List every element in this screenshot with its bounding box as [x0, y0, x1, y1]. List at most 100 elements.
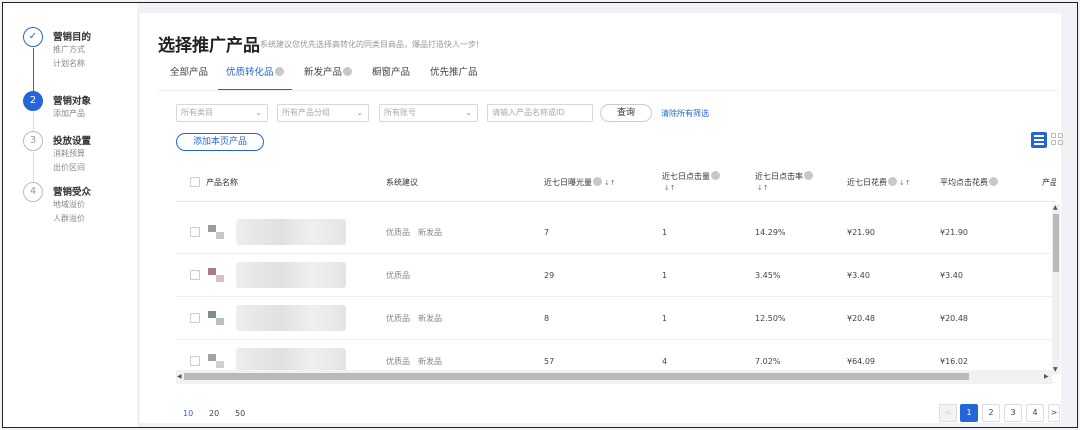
- header-ctr[interactable]: 近七日点击率 ↓↑: [755, 171, 813, 194]
- search-input[interactable]: 请输入产品名称或ID: [487, 104, 593, 122]
- header-avg-cpc[interactable]: 平均点击花费: [940, 177, 998, 188]
- ctr-value: 12.50%: [755, 314, 786, 323]
- account-select[interactable]: 所有账号 ⌄: [379, 104, 478, 122]
- clicks-value: 1: [662, 314, 668, 323]
- table-row[interactable]: 优质品 29 1 3.45% ¥3.40 ¥3.40: [176, 254, 1056, 297]
- add-page-products-button[interactable]: 添加本页产品: [176, 133, 264, 151]
- vertical-scrollbar[interactable]: ▲ ▼: [1052, 204, 1060, 374]
- tabs-divider: [158, 90, 1058, 91]
- page-2-button[interactable]: 2: [982, 404, 1000, 422]
- clicks-value: 1: [662, 228, 668, 237]
- list-view-icon[interactable]: [1031, 132, 1047, 148]
- suggestion-tags: 优质品 新发品: [386, 228, 442, 237]
- ctr-value: 14.29%: [755, 228, 786, 237]
- select-all-checkbox[interactable]: [190, 177, 200, 187]
- scroll-up-icon[interactable]: ▲: [1053, 204, 1058, 211]
- step-number: 3: [23, 131, 43, 151]
- page-title: 选择推广产品: [158, 36, 260, 56]
- exposure-value: 7: [544, 228, 550, 237]
- step-3-sub-1[interactable]: 消耗预算: [53, 148, 85, 159]
- help-icon[interactable]: [274, 67, 284, 76]
- avg-cpc-value: ¥20.48: [940, 314, 968, 323]
- horizontal-scrollbar[interactable]: ◀ ▶: [176, 370, 1052, 384]
- step-1-sub-2[interactable]: 计划名称: [53, 58, 85, 69]
- prev-page-button[interactable]: <: [939, 404, 957, 422]
- chevron-down-icon: ⌄: [465, 108, 472, 117]
- page-size-50[interactable]: 50: [235, 409, 245, 418]
- suggestion-tags: 优质品 新发品: [386, 314, 442, 323]
- tab-quality-conversion[interactable]: 优质转化品: [218, 63, 292, 91]
- row-checkbox[interactable]: [190, 270, 200, 280]
- clicks-value: 1: [662, 271, 668, 280]
- page-hint: 系统建议您优先选择高转化的同类目商品，爆品打造快人一步!: [260, 40, 480, 49]
- product-thumbnail: [208, 354, 224, 368]
- exposure-value: 29: [544, 271, 555, 280]
- next-page-button[interactable]: >: [1048, 404, 1060, 422]
- step-connector: [33, 48, 34, 91]
- product-name-blurred: [236, 219, 346, 245]
- row-checkbox[interactable]: [190, 313, 200, 323]
- spend-value: ¥3.40: [847, 271, 870, 280]
- header-exposure[interactable]: 近七日曝光量 ↓↑: [544, 177, 616, 189]
- exposure-value: 8: [544, 314, 550, 323]
- header-product-name: 产品名称: [206, 178, 238, 187]
- chevron-down-icon: ⌄: [356, 108, 363, 117]
- product-name-blurred: [236, 262, 346, 288]
- help-icon[interactable]: [343, 67, 353, 76]
- step-sidebar: ✓ 营销目的 推广方式 计划名称 2 营销对象 添加产品 3 投放设置 消耗预算…: [3, 3, 137, 427]
- table-row[interactable]: 优质品 新发品 8 1 12.50% ¥20.48 ¥20.48: [176, 297, 1056, 340]
- step-2-sub-1[interactable]: 添加产品: [53, 108, 85, 119]
- clear-filters-link[interactable]: 清除所有筛选: [661, 108, 709, 119]
- page-4-button[interactable]: 4: [1026, 404, 1044, 422]
- scroll-right-icon[interactable]: ▶: [1044, 373, 1049, 380]
- scroll-down-icon[interactable]: ▼: [1053, 366, 1058, 373]
- product-thumbnail: [208, 268, 224, 282]
- avg-cpc-value: ¥3.40: [940, 271, 963, 280]
- step-connector: [33, 112, 34, 131]
- product-thumbnail: [208, 311, 224, 325]
- step-number: 4: [23, 182, 43, 202]
- step-connector: [33, 152, 34, 182]
- tab-new-products[interactable]: 新发产品: [304, 63, 353, 91]
- header-suggestion: 系统建议: [386, 178, 418, 187]
- page-size-20[interactable]: 20: [209, 409, 219, 418]
- header-clicks[interactable]: 近七日点击量 ↓↑: [662, 171, 720, 194]
- step-3-sub-2[interactable]: 出价区间: [53, 162, 85, 173]
- grid-view-icon[interactable]: [1051, 133, 1065, 147]
- spend-value: ¥21.90: [847, 228, 875, 237]
- avg-cpc-value: ¥21.90: [940, 228, 968, 237]
- query-button[interactable]: 查询: [600, 104, 652, 122]
- chevron-down-icon: ⌄: [255, 108, 262, 117]
- row-checkbox[interactable]: [190, 227, 200, 237]
- header-more: 产品: [1042, 178, 1056, 187]
- step-4-sub-2[interactable]: 人群溢价: [53, 213, 85, 224]
- step-4-title: 营销受众: [53, 187, 92, 198]
- horizontal-scroll-thumb[interactable]: [184, 373, 969, 380]
- step-number: 2: [23, 91, 43, 111]
- vertical-scroll-thumb[interactable]: [1053, 214, 1059, 272]
- page-size-10[interactable]: 10: [183, 409, 193, 418]
- tab-showcase-products[interactable]: 橱窗产品: [372, 63, 410, 91]
- scroll-left-icon[interactable]: ◀: [177, 373, 182, 380]
- app-frame: ✓ 营销目的 推广方式 计划名称 2 营销对象 添加产品 3 投放设置 消耗预算…: [2, 2, 1078, 428]
- step-4-sub-1[interactable]: 地域溢价: [53, 199, 85, 210]
- header-spend[interactable]: 近七日花费 ↓↑: [847, 177, 911, 189]
- ctr-value: 3.45%: [755, 271, 781, 280]
- main-panel: 选择推广产品 系统建议您优先选择高转化的同类目商品，爆品打造快人一步! 全部产品…: [140, 13, 1063, 423]
- step-1-sub-1[interactable]: 推广方式: [53, 44, 85, 55]
- page-3-button[interactable]: 3: [1004, 404, 1022, 422]
- step-2-title: 营销对象: [53, 96, 92, 107]
- product-thumbnail: [208, 225, 224, 239]
- row-checkbox[interactable]: [190, 356, 200, 366]
- tab-all-products[interactable]: 全部产品: [170, 63, 208, 91]
- spend-value: ¥20.48: [847, 314, 875, 323]
- table-row[interactable]: 优质品 新发品 7 1 14.29% ¥21.90 ¥21.90: [176, 211, 1056, 254]
- check-icon: ✓: [23, 27, 43, 47]
- page-1-button[interactable]: 1: [960, 404, 978, 422]
- products-table: 产品名称 系统建议 近七日曝光量 ↓↑ 近七日点击量 ↓↑ 近七日点击率 ↓↑ 近七日…: [176, 163, 1056, 385]
- tab-priority-products[interactable]: 优先推广品: [430, 63, 478, 91]
- step-3-title: 投放设置: [53, 136, 92, 147]
- group-select[interactable]: 所有产品分组 ⌄: [277, 104, 369, 122]
- step-1-title: 营销目的: [53, 32, 92, 43]
- category-select[interactable]: 所有类目 ⌄: [176, 104, 268, 122]
